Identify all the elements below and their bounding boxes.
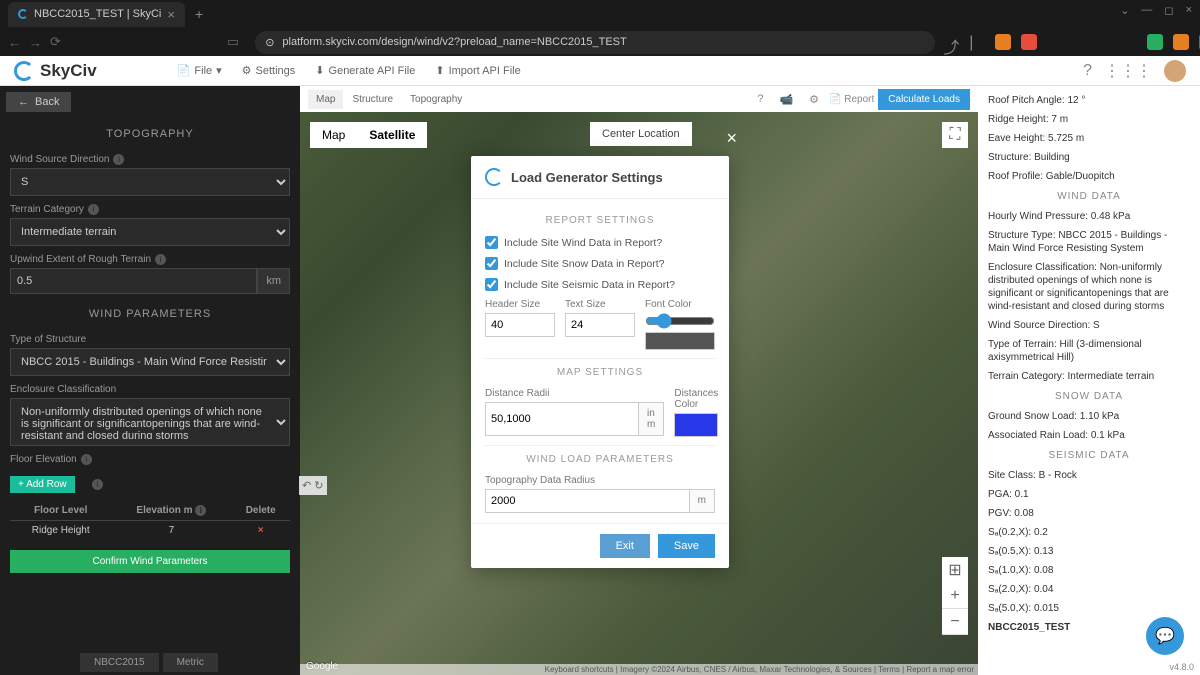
ext-icon-1[interactable] bbox=[995, 34, 1011, 50]
distances-color-swatch[interactable] bbox=[674, 413, 718, 437]
wind-load-params-title: WIND LOAD PARAMETERS bbox=[485, 454, 715, 465]
close-tab-icon[interactable]: × bbox=[167, 7, 175, 22]
map-settings-title: MAP SETTINGS bbox=[485, 367, 715, 378]
report-settings-title: REPORT SETTINGS bbox=[485, 215, 715, 226]
forward-icon[interactable]: → bbox=[29, 35, 42, 50]
modal-title: Load Generator Settings bbox=[511, 170, 663, 185]
distances-color-label: Distances Color bbox=[674, 388, 718, 410]
font-color-slider[interactable] bbox=[645, 313, 715, 329]
topo-radius-input[interactable] bbox=[485, 489, 690, 513]
wind-check-row[interactable]: Include Site Wind Data in Report? bbox=[485, 236, 715, 249]
reader-icon[interactable]: ▭ bbox=[227, 34, 239, 50]
modal-overlay: × Load Generator Settings REPORT SETTING… bbox=[0, 56, 1200, 675]
modal-logo-icon bbox=[485, 168, 503, 186]
wind-checkbox[interactable] bbox=[485, 236, 498, 249]
tab-favicon bbox=[18, 9, 28, 19]
exit-button[interactable]: Exit bbox=[600, 534, 650, 558]
seismic-check-row[interactable]: Include Site Seismic Data in Report? bbox=[485, 278, 715, 291]
tab-title: NBCC2015_TEST | SkyCi bbox=[34, 8, 161, 20]
text-size-label: Text Size bbox=[565, 299, 635, 310]
radii-unit: in m bbox=[639, 402, 664, 436]
ext-icon-3[interactable] bbox=[1147, 34, 1163, 50]
url-bar[interactable]: ⊙ platform.skyciv.com/design/wind/v2?pre… bbox=[255, 31, 935, 54]
ext-icon-2[interactable] bbox=[1021, 34, 1037, 50]
site-info-icon[interactable]: ⊙ bbox=[265, 36, 274, 49]
text-size-input[interactable] bbox=[565, 313, 635, 337]
snow-checkbox[interactable] bbox=[485, 257, 498, 270]
reload-icon[interactable]: ⟳ bbox=[50, 34, 61, 50]
distance-radii-input[interactable] bbox=[485, 402, 639, 436]
font-color-swatch[interactable] bbox=[645, 332, 715, 350]
new-tab-button[interactable]: + bbox=[195, 6, 203, 22]
topo-radius-label: Topography Data Radius bbox=[485, 475, 715, 486]
settings-modal: × Load Generator Settings REPORT SETTING… bbox=[471, 156, 729, 568]
minimize-icon[interactable]: — bbox=[1141, 4, 1152, 17]
share-icon[interactable]: ⤴ bbox=[943, 34, 959, 50]
back-icon[interactable]: ← bbox=[8, 35, 21, 50]
header-size-input[interactable] bbox=[485, 313, 555, 337]
chevron-down-icon[interactable]: ⌄ bbox=[1120, 4, 1129, 17]
seismic-checkbox[interactable] bbox=[485, 278, 498, 291]
close-window-icon[interactable]: × bbox=[1186, 4, 1192, 17]
save-button[interactable]: Save bbox=[658, 534, 715, 558]
maximize-icon[interactable]: ◻ bbox=[1164, 4, 1173, 17]
snow-check-row[interactable]: Include Site Snow Data in Report? bbox=[485, 257, 715, 270]
close-modal-icon[interactable]: × bbox=[726, 128, 737, 149]
topo-unit: m bbox=[690, 489, 715, 513]
browser-tab[interactable]: NBCC2015_TEST | SkyCi × bbox=[8, 2, 185, 27]
url-text: platform.skyciv.com/design/wind/v2?prelo… bbox=[282, 36, 626, 48]
font-color-label: Font Color bbox=[645, 299, 715, 310]
ext-icon-4[interactable] bbox=[1173, 34, 1189, 50]
distance-radii-label: Distance Radii bbox=[485, 388, 664, 399]
header-size-label: Header Size bbox=[485, 299, 555, 310]
